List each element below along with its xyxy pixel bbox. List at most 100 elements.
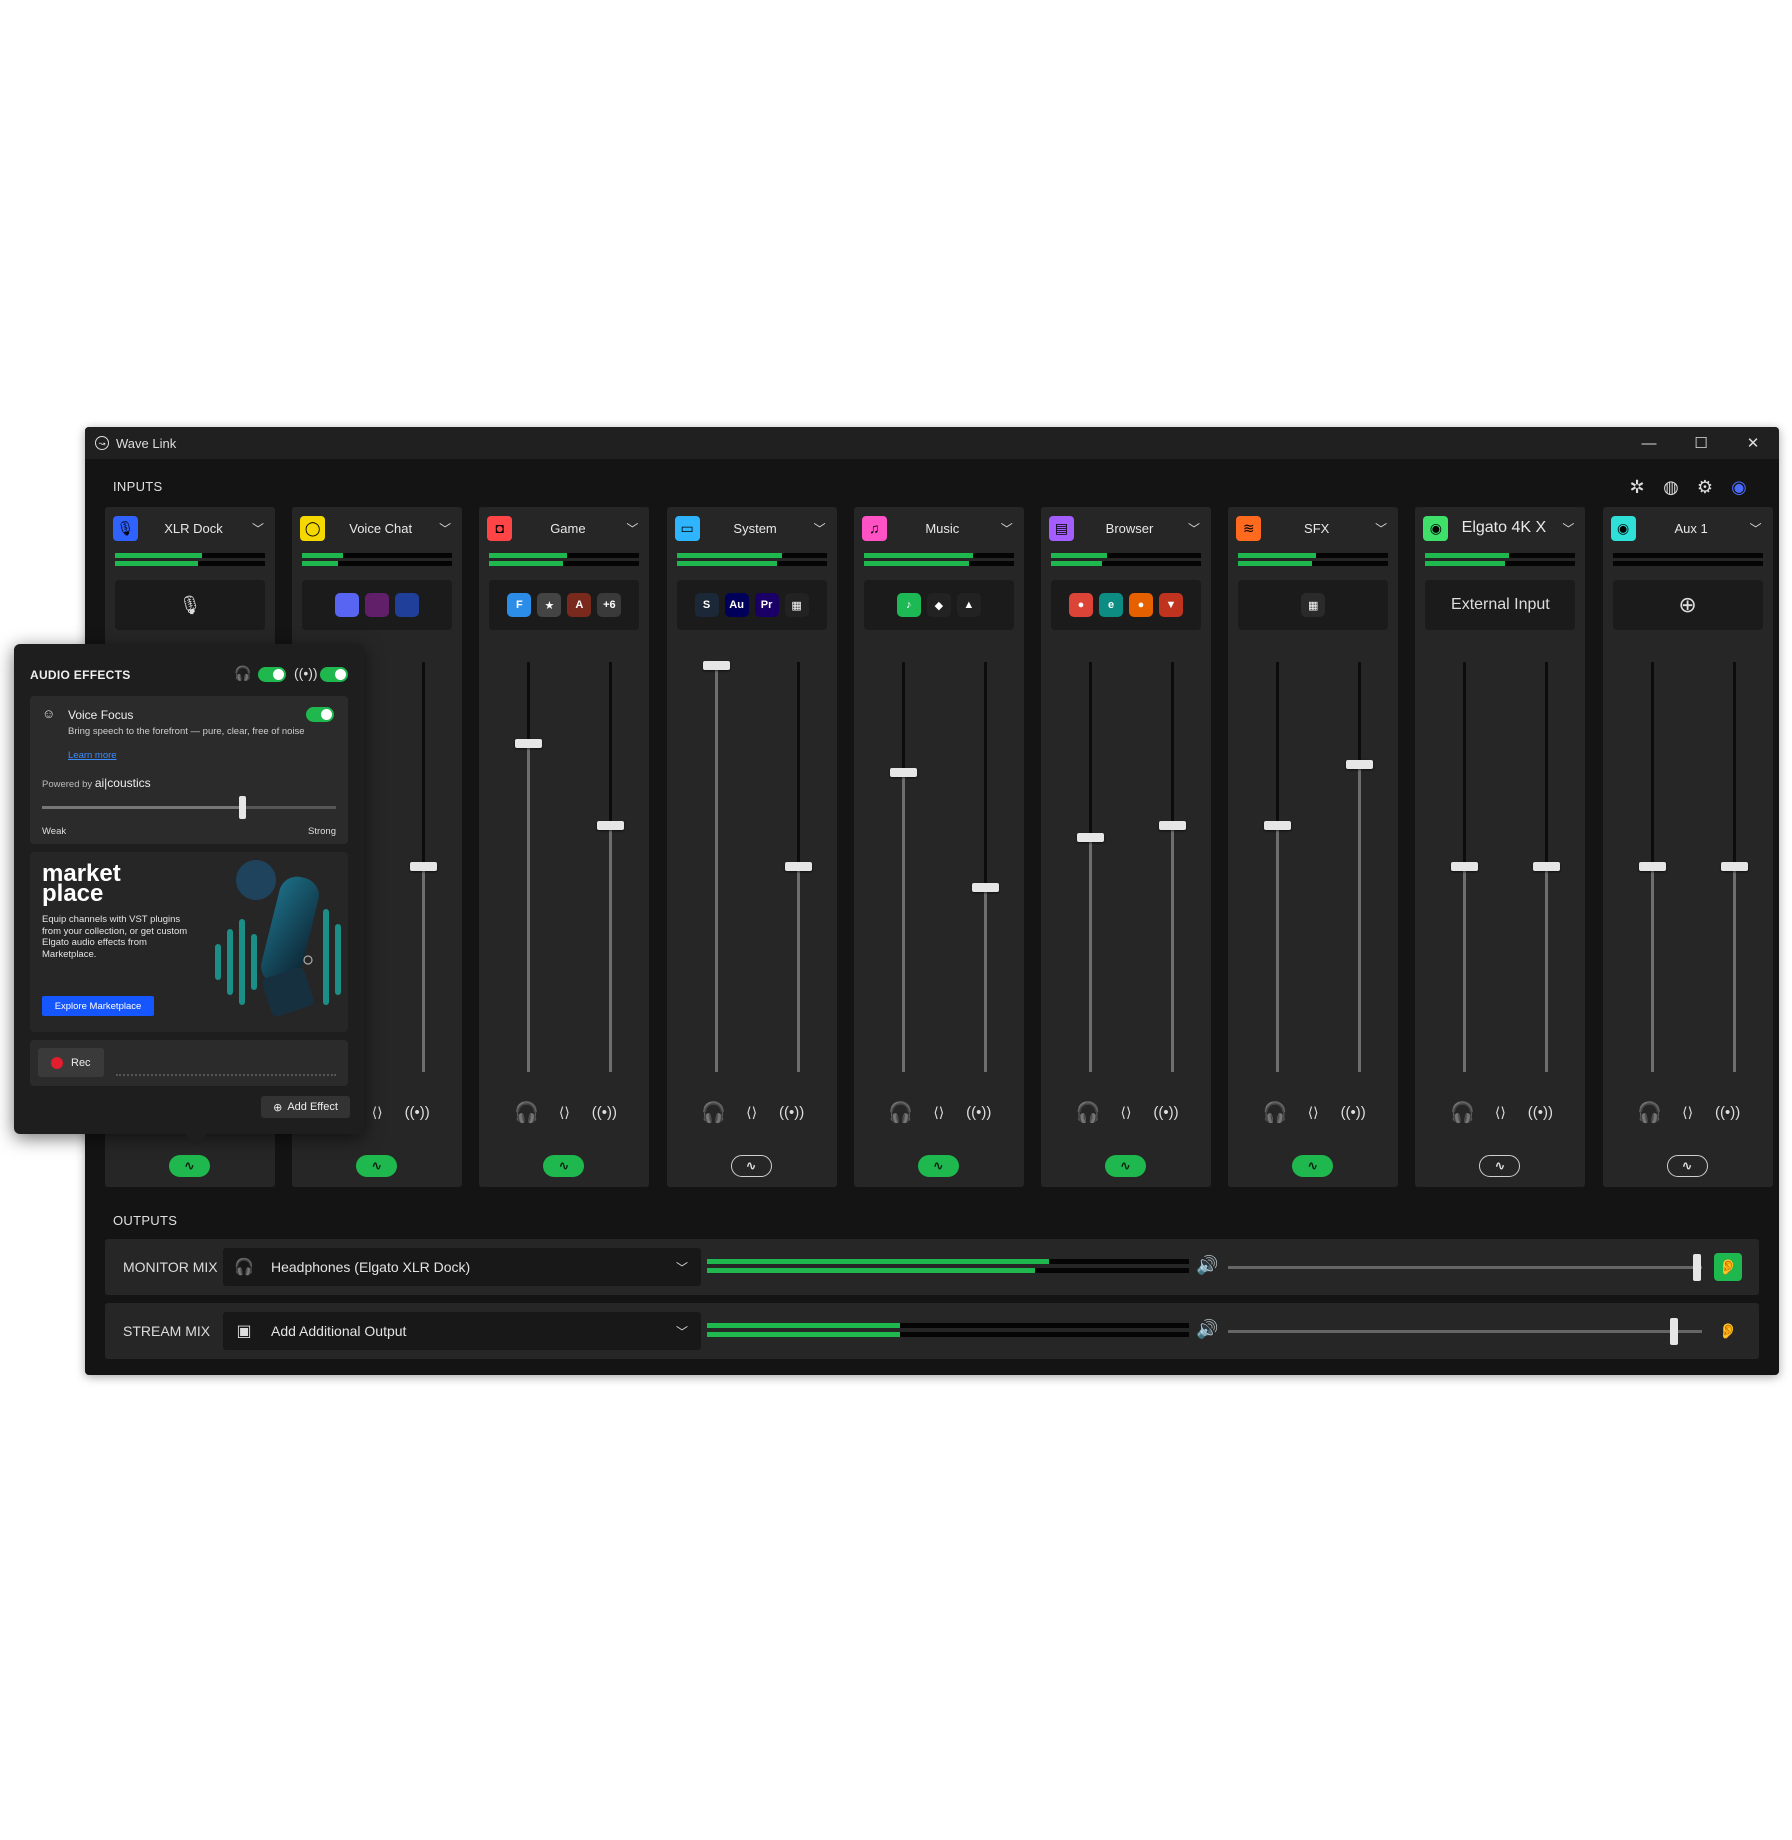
channel-apps[interactable]: ⊕ (1612, 580, 1763, 630)
link-icon[interactable]: ⟨⟩ (1113, 1097, 1139, 1127)
channel-header[interactable]: ≋ SFX ﹀ (1236, 515, 1390, 541)
output-device-select[interactable]: ▣ Add Additional Output ﹀ (223, 1312, 701, 1350)
monitor-mix-fader[interactable] (1638, 662, 1666, 1072)
clapper-icon[interactable]: ▦ (784, 593, 809, 617)
slider-thumb[interactable] (1669, 1318, 1678, 1345)
broadcast-icon[interactable]: ((•)) (1151, 1097, 1181, 1127)
channel-apps[interactable]: ● e ● ▼ (1051, 580, 1201, 630)
broadcast-icon[interactable]: ((•)) (589, 1097, 619, 1127)
brave-icon[interactable]: ▼ (1159, 593, 1183, 617)
fader-thumb[interactable] (1720, 862, 1748, 871)
chevron-down-icon[interactable]: ﹀ (811, 520, 829, 537)
monitor-mix-fader[interactable] (1264, 662, 1292, 1072)
add-effect-button[interactable]: ⊕ Add Effect (261, 1096, 350, 1118)
learn-more-link[interactable]: Learn more (68, 750, 117, 761)
monitor-effects-toggle[interactable] (258, 667, 286, 682)
slack-icon[interactable] (365, 593, 390, 617)
chevron-down-icon[interactable]: ﹀ (1372, 520, 1390, 537)
slider-thumb[interactable] (1693, 1254, 1702, 1281)
minimize-button[interactable]: — (1623, 427, 1675, 459)
channel-header[interactable]: ◉ Elgato 4K X ﹀ (1423, 515, 1577, 541)
channel-apps[interactable]: External Input (1425, 580, 1576, 630)
stream-mix-fader[interactable] (597, 662, 625, 1072)
voice-focus-toggle[interactable] (306, 707, 334, 722)
chevron-down-icon[interactable]: ﹀ (1185, 520, 1203, 537)
channel-apps[interactable] (302, 580, 453, 630)
headphones-icon[interactable]: 🎧 (699, 1097, 729, 1127)
explore-marketplace-button[interactable]: Explore Marketplace (42, 996, 154, 1016)
voice-focus-strength-slider[interactable] (42, 796, 336, 819)
gear-icon[interactable]: ⚙ (1693, 475, 1717, 499)
channel-apps[interactable]: S Au Pr ▦ (676, 580, 827, 630)
stream-effects-toggle[interactable] (320, 667, 348, 682)
broadcast-icon[interactable]: ((•)) (1338, 1097, 1368, 1127)
effects-button[interactable]: ∿ (1479, 1155, 1521, 1177)
output-device-select[interactable]: 🎧 Headphones (Elgato XLR Dock) ﹀ (223, 1248, 701, 1286)
vlc-icon[interactable]: ▲ (956, 593, 981, 617)
stream-mix-fader[interactable] (1533, 662, 1561, 1072)
channel-header[interactable]: ▭ System ﹀ (674, 515, 829, 541)
chevron-down-icon[interactable]: ﹀ (1747, 520, 1765, 537)
add-app-plus-icon[interactable]: ⊕ (1678, 592, 1696, 618)
discord-icon[interactable] (335, 593, 360, 617)
stream-mix-fader[interactable] (1720, 662, 1748, 1072)
fader-thumb[interactable] (1346, 759, 1374, 769)
chrome-icon[interactable]: ● (1069, 593, 1093, 617)
channel-apps[interactable]: ▦ (1238, 580, 1389, 630)
broadcast-icon[interactable]: ((•)) (1713, 1097, 1743, 1127)
link-icon[interactable]: ⟨⟩ (551, 1097, 577, 1127)
channel-header[interactable]: ♫ Music ﹀ (861, 515, 1016, 541)
stream-mix-fader[interactable] (784, 662, 812, 1072)
output-volume-slider[interactable] (1228, 1254, 1702, 1281)
fader-thumb[interactable] (1533, 862, 1561, 871)
channel-header[interactable]: ◉ Aux 1 ﹀ (1610, 515, 1765, 541)
headphones-icon[interactable]: 🎧 (1635, 1097, 1665, 1127)
channel-apps[interactable]: 🎙 (115, 580, 265, 630)
headphones-icon[interactable]: 🎧 (1447, 1097, 1477, 1127)
steam-icon[interactable]: S (694, 593, 719, 617)
elgato-icon[interactable]: ◉ (1727, 475, 1751, 499)
soundboard-icon[interactable]: ▦ (1301, 593, 1326, 617)
stream-mix-fader[interactable] (971, 662, 999, 1072)
chevron-down-icon[interactable]: ﹀ (436, 520, 454, 537)
channel-header[interactable]: 🎙 XLR Dock ﹀ (113, 515, 267, 541)
volume-icon[interactable]: 🔊 (1196, 1319, 1218, 1340)
valorant-icon[interactable]: ★ (537, 593, 562, 617)
fader-thumb[interactable] (410, 862, 438, 871)
channel-header[interactable]: ◘ Game ﹀ (487, 515, 641, 541)
spotify-icon[interactable]: ♪ (896, 593, 921, 617)
audition-icon[interactable]: Au (724, 593, 749, 617)
effects-button[interactable]: ∿ (356, 1155, 398, 1177)
listen-ear-button[interactable]: 👂 (1714, 1253, 1742, 1281)
edge-icon[interactable]: e (1099, 593, 1123, 617)
effects-button[interactable]: ∿ (1105, 1155, 1146, 1177)
effects-button[interactable]: ∿ (1666, 1155, 1708, 1177)
alienware-icon[interactable]: ◆ (926, 593, 951, 617)
effects-button[interactable]: ∿ (1292, 1155, 1334, 1177)
maximize-button[interactable]: ☐ (1675, 427, 1727, 459)
volume-icon[interactable]: 🔊 (1196, 1255, 1218, 1276)
monitor-mix-fader[interactable] (1077, 662, 1104, 1072)
fader-thumb[interactable] (702, 661, 730, 671)
voice-focus-icon[interactable]: ◍ (1659, 475, 1683, 499)
broadcast-icon[interactable]: ((•)) (402, 1097, 432, 1127)
fader-thumb[interactable] (1638, 862, 1666, 871)
link-icon[interactable]: ⟨⟩ (1300, 1097, 1326, 1127)
headphones-icon[interactable]: 🎧 (886, 1097, 916, 1127)
monitor-mix-fader[interactable] (515, 662, 543, 1072)
effects-button[interactable]: ∿ (543, 1155, 585, 1177)
stream-mix-fader[interactable] (1159, 662, 1186, 1072)
fader-thumb[interactable] (1159, 821, 1186, 830)
chevron-down-icon[interactable]: ﹀ (1559, 520, 1577, 537)
broadcast-icon[interactable]: ((•)) (964, 1097, 994, 1127)
fader-thumb[interactable] (597, 821, 625, 830)
monitor-mix-fader[interactable] (702, 661, 730, 1072)
fader-thumb[interactable] (971, 882, 999, 892)
monitor-mix-fader[interactable] (889, 662, 917, 1072)
more-apps-badge[interactable]: +6 (597, 593, 622, 617)
channel-apps[interactable]: ♪ ◆ ▲ (863, 580, 1014, 630)
channel-apps[interactable]: F ★ A +6 (489, 580, 640, 630)
voice-focus-strength-thumb[interactable] (238, 796, 246, 819)
effects-button[interactable]: ∿ (917, 1155, 959, 1177)
broadcast-icon[interactable]: ((•)) (1525, 1097, 1555, 1127)
